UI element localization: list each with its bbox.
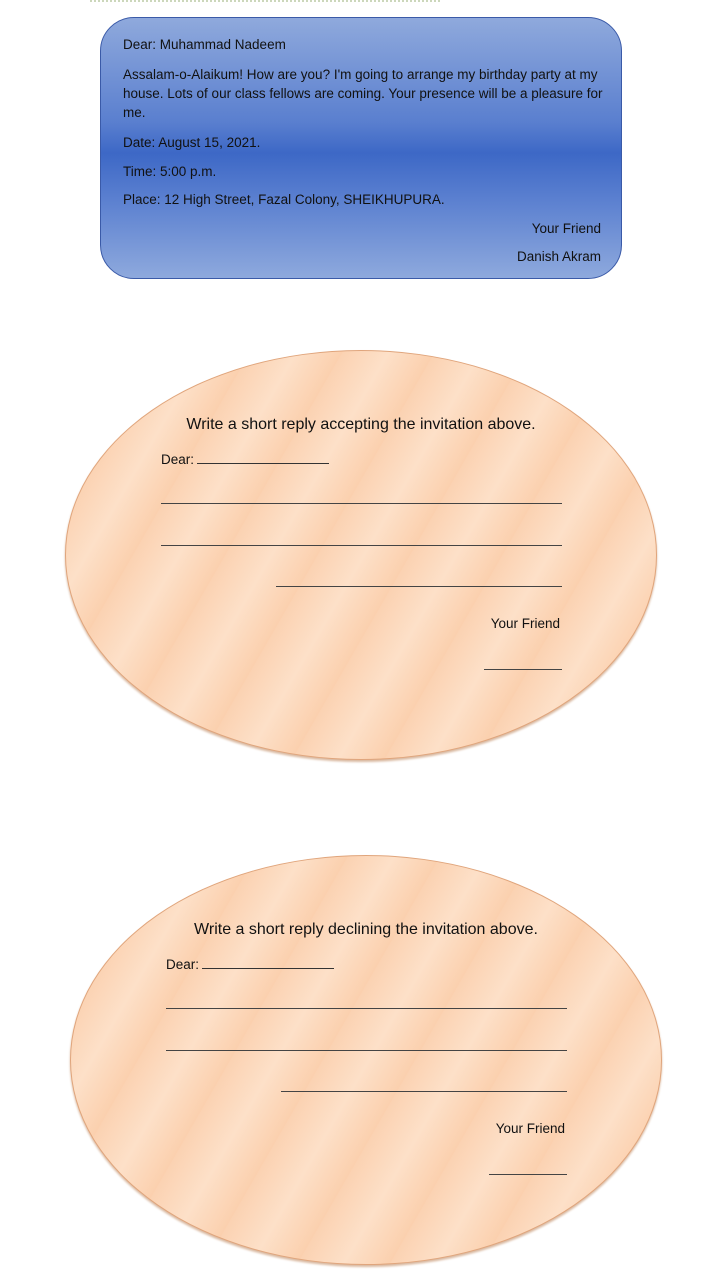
greeting: Dear: Muhammad Nadeem	[123, 37, 286, 52]
invitation-body: Assalam-o-Alaikum! How are you? I'm goin…	[123, 67, 603, 120]
time: Time: 5:00 p.m.	[123, 164, 217, 179]
reply-line[interactable]	[166, 1050, 567, 1051]
reply-line[interactable]	[161, 503, 562, 504]
signature-line[interactable]	[484, 669, 562, 670]
reply-line[interactable]	[281, 1091, 567, 1092]
cropped-heading	[90, 0, 440, 2]
dear-line[interactable]: Dear:	[166, 957, 335, 972]
decline-prompt: Write a short reply declining the invita…	[194, 921, 538, 938]
accept-prompt: Write a short reply accepting the invita…	[186, 416, 536, 433]
signature-line[interactable]	[489, 1174, 567, 1175]
reply-line[interactable]	[166, 1008, 567, 1009]
closing: Your Friend	[495, 1121, 565, 1136]
dear-line[interactable]: Dear:	[161, 452, 330, 467]
reply-line[interactable]	[276, 586, 562, 587]
reply-line[interactable]	[161, 545, 562, 546]
decline-reply-oval: Write a short reply declining the invita…	[70, 855, 662, 1265]
place: Place: 12 High Street, Fazal Colony, SHE…	[123, 192, 445, 207]
date: Date: August 15, 2021.	[123, 135, 261, 150]
invitation-card: Dear: Muhammad Nadeem Assalam-o-Alaikum!…	[100, 17, 622, 279]
accept-reply-oval: Write a short reply accepting the invita…	[65, 350, 657, 760]
closing: Your Friend	[490, 616, 560, 631]
signature: Danish Akram	[516, 249, 601, 264]
closing: Your Friend	[531, 221, 601, 236]
